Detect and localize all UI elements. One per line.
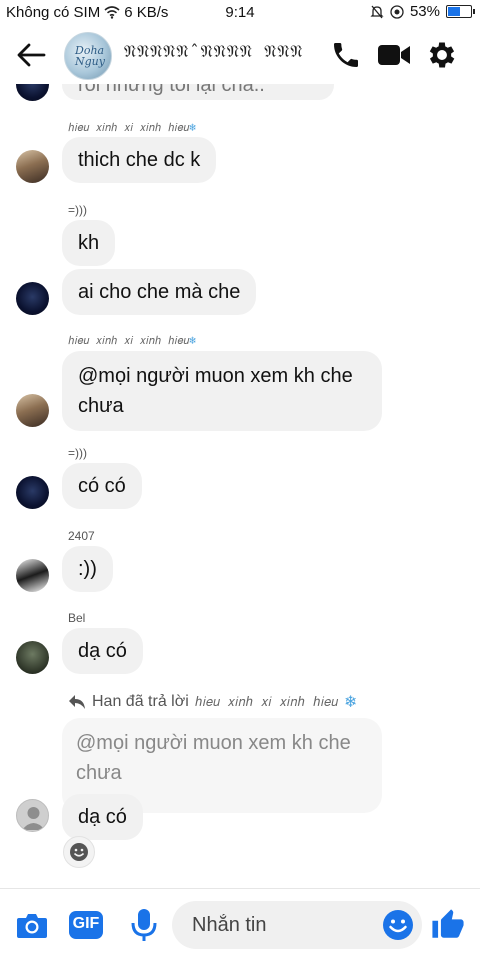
message-bubble[interactable]: dạ có — [62, 628, 143, 674]
sender-name: =))) — [68, 203, 87, 217]
snowflake-icon: ❄ — [189, 121, 196, 134]
composer-bar: GIF — [0, 888, 480, 960]
call-button[interactable] — [328, 38, 364, 72]
sender-name: ℎ𝑖𝑒𝑢 𝑥𝑖𝑛ℎ 𝑥𝑖 𝑥𝑖𝑛ℎ ℎ𝑖𝑒𝑢❄ — [68, 121, 196, 135]
emoji-icon[interactable] — [382, 909, 414, 941]
sender-name: =))) — [68, 446, 87, 460]
avatar[interactable] — [16, 394, 49, 427]
reply-icon — [69, 695, 85, 709]
avatar[interactable] — [16, 641, 49, 674]
sender-name: Bel — [68, 611, 86, 625]
message-bubble[interactable]: rồi nhưng tôi lại chả.. — [62, 84, 334, 100]
battery-icon — [446, 5, 475, 18]
gif-label: GIF — [72, 915, 100, 932]
sender-name: ℎ𝑖𝑒𝑢 𝑥𝑖𝑛ℎ 𝑥𝑖 𝑥𝑖𝑛ℎ ℎ𝑖𝑒𝑢❄ — [68, 334, 196, 348]
sender-name-text: ℎ𝑖𝑒𝑢 𝑥𝑖𝑛ℎ 𝑥𝑖 𝑥𝑖𝑛ℎ ℎ𝑖𝑒𝑢 — [68, 334, 190, 347]
sender-name: 2407 — [68, 529, 95, 543]
back-arrow-icon — [17, 43, 46, 67]
reply-prefix: Han đã trả lời — [92, 693, 189, 710]
message-bubble[interactable]: :)) — [62, 546, 113, 592]
sender-name-text: ℎ𝑖𝑒𝑢 𝑥𝑖𝑛ℎ 𝑥𝑖 𝑥𝑖𝑛ℎ ℎ𝑖𝑒𝑢 — [68, 121, 190, 134]
default-avatar-icon — [22, 807, 45, 830]
reply-target: ℎ𝑖𝑒𝑢 𝑥𝑖𝑛ℎ 𝑥𝑖 𝑥𝑖𝑛ℎ ℎ𝑖𝑒𝑢 — [194, 694, 339, 710]
status-bar: Không có SIM 6 KB/s 9:14 53% — [0, 0, 480, 26]
like-button[interactable] — [430, 907, 466, 943]
message-bubble[interactable]: thich che dc k — [62, 137, 217, 183]
reply-indicator: Han đã trả lời ℎ𝑖𝑒𝑢 𝑥𝑖𝑛ℎ 𝑥𝑖 𝑥𝑖𝑛ℎ ℎ𝑖𝑒𝑢 ❄ — [68, 692, 357, 712]
message-input-container[interactable] — [172, 901, 422, 949]
video-icon — [378, 45, 410, 65]
message-bubble[interactable]: kh — [62, 220, 116, 266]
thumbs-up-icon — [432, 909, 464, 938]
message-bubble[interactable]: ai cho che mà che — [62, 269, 257, 315]
message-input[interactable] — [192, 911, 372, 939]
message-bubble[interactable]: @mọi người muon xem kh che chưa — [62, 351, 382, 431]
mic-icon — [131, 909, 157, 941]
battery-percent: 53% — [409, 3, 440, 20]
reaction-button[interactable] — [63, 836, 95, 868]
back-button[interactable] — [14, 40, 48, 70]
conversation-title[interactable]: 𝔑𝔑𝔑𝔑𝔑ˆ𝔑𝔑𝔑𝔑 𝔑𝔑𝔑 — [124, 42, 304, 62]
avatar[interactable] — [16, 282, 49, 315]
avatar[interactable] — [16, 559, 49, 592]
avatar[interactable] — [16, 476, 49, 509]
phone-icon — [334, 43, 358, 67]
message-bubble[interactable]: có có — [62, 463, 142, 509]
gif-button[interactable]: GIF — [68, 907, 104, 943]
gear-icon — [429, 42, 455, 68]
avatar[interactable] — [16, 150, 49, 183]
camera-button[interactable] — [14, 907, 50, 943]
avatar — [16, 84, 49, 101]
alarm-icon — [370, 5, 384, 18]
chat-header: Doha Nguy 𝔑𝔑𝔑𝔑𝔑ˆ𝔑𝔑𝔑𝔑 𝔑𝔑𝔑 — [0, 26, 480, 84]
group-avatar[interactable]: Doha Nguy — [64, 32, 112, 80]
reaction-icon — [70, 843, 88, 861]
settings-button[interactable] — [424, 38, 460, 72]
voice-button[interactable] — [126, 907, 162, 943]
video-call-button[interactable] — [376, 38, 412, 72]
status-right: 53% — [370, 3, 475, 20]
camera-icon — [17, 914, 47, 938]
message-bubble[interactable]: dạ có — [62, 794, 143, 840]
location-icon — [390, 4, 404, 19]
avatar-scribble: Doha Nguy — [75, 44, 105, 68]
snowflake-icon: ❄ — [189, 334, 196, 347]
snowflake-icon: ❄ — [344, 694, 358, 711]
avatar[interactable] — [16, 799, 49, 832]
message-list[interactable]: rồi nhưng tôi lại chả.. ℎ𝑖𝑒𝑢 𝑥𝑖𝑛ℎ 𝑥𝑖 𝑥𝑖𝑛… — [0, 84, 480, 888]
